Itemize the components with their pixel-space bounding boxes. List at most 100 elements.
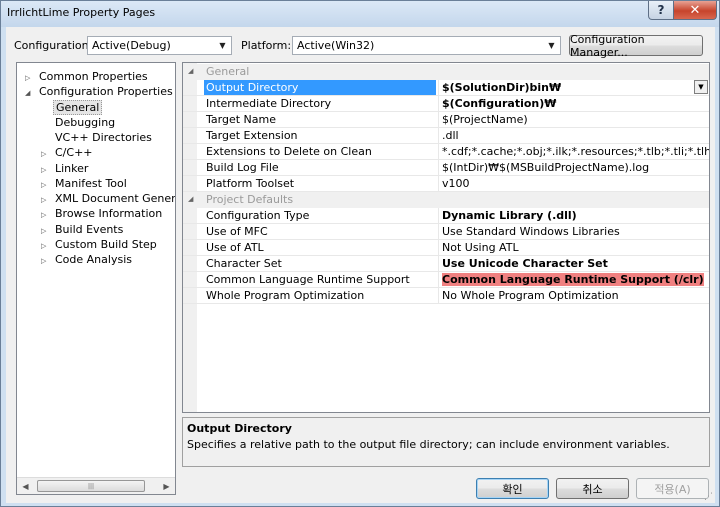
title-bar[interactable]: IrrlichtLime Property Pages ? ✕ bbox=[1, 1, 719, 27]
property-name: Platform Toolset bbox=[206, 177, 295, 190]
platform-label: Platform: bbox=[241, 39, 292, 52]
cancel-button[interactable]: 취소 bbox=[556, 478, 629, 499]
scroll-grip-icon: ||| bbox=[87, 482, 95, 490]
property-name: Whole Program Optimization bbox=[206, 289, 365, 302]
property-value[interactable]: *.cdf;*.cache;*.obj;*.ilk;*.resources;*.… bbox=[438, 144, 709, 159]
tree-item-vc-directories[interactable]: VC++ Directories bbox=[41, 130, 154, 145]
expand-arrow-icon[interactable]: ▷ bbox=[41, 147, 53, 162]
tree-item-label: XML Document Generator bbox=[55, 192, 176, 205]
expand-arrow-icon[interactable]: ▷ bbox=[41, 208, 53, 223]
property-value[interactable]: $(ProjectName) bbox=[438, 112, 709, 127]
value-dropdown-button[interactable]: ▼ bbox=[694, 80, 708, 94]
tree-item-general[interactable]: General bbox=[41, 100, 103, 115]
highlighted-value: Common Language Runtime Support (/clr) bbox=[442, 273, 704, 286]
tree-item-label: VC++ Directories bbox=[55, 131, 152, 144]
collapse-arrow-icon[interactable]: ◢ bbox=[188, 192, 193, 207]
tree-item-label: Common Properties bbox=[39, 70, 148, 83]
window-title: IrrlichtLime Property Pages bbox=[7, 6, 156, 19]
tree-item-label: Manifest Tool bbox=[55, 177, 127, 190]
property-name: Target Extension bbox=[206, 129, 298, 142]
tree-item-c-c[interactable]: ▷ C/C++ bbox=[41, 145, 95, 160]
property-row[interactable]: Use of ATL Not Using ATL bbox=[183, 240, 709, 256]
property-row[interactable]: Target Name $(ProjectName) bbox=[183, 112, 709, 128]
tree-item-code-analysis[interactable]: ▷ Code Analysis bbox=[41, 252, 134, 267]
category-label: Project Defaults bbox=[206, 193, 294, 206]
property-row[interactable]: Platform Toolset v100 bbox=[183, 176, 709, 192]
property-value[interactable]: Use Standard Windows Libraries bbox=[438, 224, 709, 239]
tree-item-custom-build-step[interactable]: ▷ Custom Build Step bbox=[41, 237, 159, 252]
property-value[interactable]: $(SolutionDir)bin₩ bbox=[438, 80, 709, 95]
property-name: Configuration Type bbox=[206, 209, 310, 222]
tree-item-configuration-properties[interactable]: ◢ Configuration Properties bbox=[25, 84, 175, 99]
help-button[interactable]: ? bbox=[648, 1, 674, 20]
description-text: Specifies a relative path to the output … bbox=[187, 438, 670, 451]
close-icon: ✕ bbox=[689, 2, 701, 18]
property-value[interactable]: Common Language Runtime Support (/clr) bbox=[438, 272, 709, 287]
property-row[interactable]: Character Set Use Unicode Character Set bbox=[183, 256, 709, 272]
configuration-label: Configuration: bbox=[14, 39, 93, 52]
tree-item-label: Linker bbox=[55, 162, 89, 175]
property-row[interactable]: Whole Program Optimization No Whole Progr… bbox=[183, 288, 709, 304]
close-button[interactable]: ✕ bbox=[673, 1, 717, 20]
chevron-down-icon: ▼ bbox=[548, 41, 555, 50]
property-row[interactable]: Common Language Runtime Support Common La… bbox=[183, 272, 709, 288]
expand-arrow-icon[interactable]: ▷ bbox=[41, 254, 53, 269]
ok-button[interactable]: 확인 bbox=[476, 478, 549, 499]
tree-item-label: General bbox=[53, 100, 103, 115]
help-icon: ? bbox=[657, 3, 665, 17]
property-value[interactable]: Not Using ATL bbox=[438, 240, 709, 255]
property-value[interactable]: v100 bbox=[438, 176, 709, 191]
tree-item-browse-information[interactable]: ▷ Browse Information bbox=[41, 206, 164, 221]
configuration-dropdown[interactable]: Active(Debug) ▼ bbox=[87, 36, 232, 55]
property-name: Use of ATL bbox=[206, 241, 264, 254]
property-name: Common Language Runtime Support bbox=[206, 273, 410, 286]
property-row[interactable]: Build Log File $(IntDir)₩$(MSBuildProject… bbox=[183, 160, 709, 176]
property-tree[interactable]: ▷ Common Properties ◢ Configuration Propert… bbox=[16, 62, 176, 495]
property-name: Output Directory bbox=[204, 80, 436, 95]
tree-item-linker[interactable]: ▷ Linker bbox=[41, 161, 90, 176]
resize-grip-icon[interactable]: ⋰ bbox=[704, 492, 714, 502]
property-value[interactable]: $(IntDir)₩$(MSBuildProjectName).log bbox=[438, 160, 709, 175]
tree-item-label: Debugging bbox=[55, 116, 116, 129]
tree-item-label: Browse Information bbox=[55, 207, 163, 220]
property-pages-window: IrrlichtLime Property Pages ? ✕ Configur… bbox=[0, 0, 720, 507]
tree-item-label: Configuration Properties bbox=[39, 85, 173, 98]
tree-item-common-properties[interactable]: ▷ Common Properties bbox=[25, 69, 150, 84]
property-row[interactable]: Intermediate Directory $(Configuration)₩ bbox=[183, 96, 709, 112]
description-panel: Output Directory Specifies a relative pa… bbox=[182, 417, 710, 467]
tree-item-debugging[interactable]: Debugging bbox=[41, 115, 117, 130]
expand-arrow-icon[interactable]: ◢ bbox=[25, 86, 37, 101]
property-value[interactable]: No Whole Program Optimization bbox=[438, 288, 709, 303]
scroll-right-icon[interactable]: ▶ bbox=[158, 478, 175, 494]
tree-item-manifest-tool[interactable]: ▷ Manifest Tool bbox=[41, 176, 129, 191]
tree-item-xml-document-generator[interactable]: ▷XML Document Generator bbox=[41, 191, 176, 206]
chevron-down-icon: ▼ bbox=[219, 41, 226, 50]
property-value[interactable]: Dynamic Library (.dll) bbox=[438, 208, 709, 223]
property-name: Intermediate Directory bbox=[206, 97, 332, 110]
property-row[interactable]: Use of MFC Use Standard Windows Libraries bbox=[183, 224, 709, 240]
property-row[interactable]: Target Extension .dll bbox=[183, 128, 709, 144]
property-row[interactable]: Extensions to Delete on Clean *.cdf;*.cac… bbox=[183, 144, 709, 160]
scroll-left-icon[interactable]: ◀ bbox=[17, 478, 34, 494]
category-general[interactable]: ◢ General bbox=[183, 64, 709, 80]
category-project-defaults[interactable]: ◢ Project Defaults bbox=[183, 192, 709, 208]
property-row[interactable]: Configuration Type Dynamic Library (.dll) bbox=[183, 208, 709, 224]
platform-value: Active(Win32) bbox=[297, 39, 375, 52]
tree-item-label: C/C++ bbox=[55, 146, 93, 159]
property-value[interactable]: $(Configuration)₩ bbox=[438, 96, 709, 111]
property-name: Build Log File bbox=[206, 161, 279, 174]
collapse-arrow-icon[interactable]: ◢ bbox=[188, 64, 193, 79]
property-name: Extensions to Delete on Clean bbox=[206, 145, 372, 158]
property-row[interactable]: Output Directory $(SolutionDir)bin₩ ▼ bbox=[183, 80, 709, 96]
apply-button[interactable]: 적용(A) bbox=[636, 478, 709, 499]
tree-item-label: Build Events bbox=[55, 223, 124, 236]
property-value[interactable]: .dll bbox=[438, 128, 709, 143]
tree-horizontal-scrollbar[interactable]: ◀ ||| ▶ bbox=[17, 477, 175, 494]
tree-item-build-events[interactable]: ▷ Build Events bbox=[41, 222, 125, 237]
scroll-thumb[interactable]: ||| bbox=[37, 480, 145, 492]
property-grid[interactable]: ◢ General Output Directory $(SolutionDir)bi… bbox=[182, 62, 710, 413]
property-value[interactable]: Use Unicode Character Set bbox=[438, 256, 709, 271]
configuration-manager-button[interactable]: Configuration Manager... bbox=[569, 33, 703, 59]
platform-dropdown[interactable]: Active(Win32) ▼ bbox=[292, 36, 561, 55]
description-title: Output Directory bbox=[187, 422, 292, 435]
